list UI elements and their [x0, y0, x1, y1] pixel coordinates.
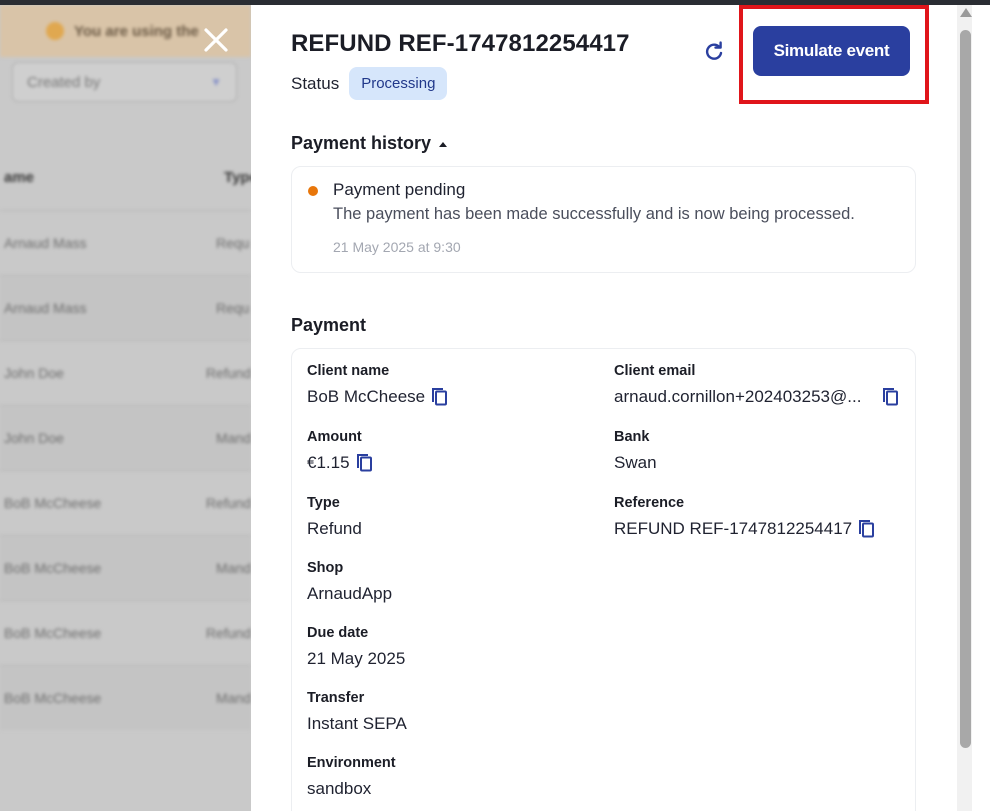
table-row[interactable]: John Doe Refund [0, 340, 251, 405]
bank-value: Swan [614, 453, 657, 472]
column-header-type: Type [224, 169, 251, 186]
reference-value: REFUND REF-1747812254417 [614, 519, 853, 538]
field-label: Bank [614, 429, 650, 445]
cell-name: Arnaud Mass [4, 300, 87, 316]
field-environment: Environment sandbox [307, 755, 396, 799]
scrollbar-thumb[interactable] [960, 30, 971, 748]
table-row[interactable]: John Doe Mand [0, 405, 251, 470]
field-shop: Shop ArnaudApp [307, 560, 392, 604]
copy-icon[interactable] [882, 387, 900, 407]
field-label: Reference [614, 495, 685, 511]
cell-type: Requ [216, 235, 250, 251]
due-date-value: 21 May 2025 [307, 649, 406, 668]
payments-table: ame Type Arnaud Mass Requ Arnaud Mass Requ… [0, 145, 251, 730]
table-row[interactable]: BoB McCheese Mand [0, 535, 251, 600]
shop-value: ArnaudApp [307, 584, 393, 603]
table-row[interactable]: Arnaud Mass Requ [0, 275, 251, 340]
payment-detail-drawer: REFUND REF-1747812254417 Status Processi… [251, 5, 957, 811]
field-label: Shop [307, 560, 344, 576]
status-dot-icon [308, 186, 318, 196]
payment-history-heading: Payment history [291, 133, 432, 153]
copy-icon[interactable] [431, 387, 449, 407]
client-name-value: BoB McCheese [307, 387, 426, 406]
close-icon [204, 28, 228, 52]
chevron-down-icon: ▼ [210, 75, 222, 89]
copy-icon[interactable] [858, 519, 876, 539]
cell-name: BoB McCheese [4, 560, 102, 576]
field-client-email: Client email arnaud.cornillon+202403253@… [614, 363, 900, 407]
field-transfer: Transfer Instant SEPA [307, 690, 407, 734]
table-row[interactable]: BoB McCheese Refund [0, 600, 251, 665]
table-header: ame Type [0, 145, 251, 210]
field-label: Transfer [307, 690, 365, 706]
field-due-date: Due date 21 May 2025 [307, 625, 405, 669]
history-entry-date: 21 May 2025 at 9:30 [333, 239, 461, 255]
field-label: Type [307, 495, 340, 511]
field-client-name: Client name BoB McCheese [307, 363, 449, 407]
scroll-up-arrow-icon[interactable] [960, 8, 972, 17]
cell-name: BoB McCheese [4, 495, 102, 511]
column-header-name: ame [4, 169, 35, 186]
background-app: You are using the Created by ▼ ame Type … [0, 5, 251, 811]
field-type: Type Refund [307, 495, 362, 539]
field-label: Client name [307, 363, 390, 379]
payment-history-toggle[interactable]: Payment history [291, 133, 448, 154]
cell-type: Mand [215, 690, 251, 706]
table-row[interactable]: BoB McCheese Refund [0, 470, 251, 535]
close-drawer-button[interactable] [201, 25, 231, 55]
cell-name: BoB McCheese [4, 690, 102, 706]
field-reference: Reference REFUND REF-1747812254417 [614, 495, 876, 539]
amount-value: €1.15 [307, 453, 350, 472]
field-label: Amount [307, 429, 362, 445]
field-label: Environment [307, 755, 396, 771]
payment-details-card: Client name BoB McCheese Amount €1.15 Ty… [291, 348, 916, 811]
cell-type: Requ [216, 300, 250, 316]
cell-name: John Doe [4, 430, 64, 446]
cell-name: BoB McCheese [4, 625, 102, 641]
filter-label: Created by [27, 73, 101, 91]
window-top-strip [0, 0, 990, 5]
status-badge: Processing [349, 67, 448, 100]
table-row[interactable]: Arnaud Mass Requ [0, 210, 251, 275]
field-label: Client email [614, 363, 696, 379]
environment-value: sandbox [307, 779, 372, 798]
caret-up-icon [439, 142, 448, 147]
history-entry: Payment pending The payment has been mad… [291, 166, 916, 273]
cell-type: Refund [205, 365, 251, 381]
client-email-value: arnaud.cornillon+202403253@... [614, 387, 862, 406]
banner-text: You are using the [74, 22, 199, 40]
cell-type: Mand [215, 560, 251, 576]
payment-heading: Payment [291, 315, 367, 335]
history-entry-title: Payment pending [333, 180, 466, 199]
field-amount: Amount €1.15 [307, 429, 374, 473]
copy-icon[interactable] [356, 453, 374, 473]
cell-type: Mand [215, 430, 251, 446]
status-label: Status [291, 73, 340, 93]
transfer-value: Instant SEPA [307, 714, 407, 733]
history-entry-description: The payment has been made successfully a… [333, 205, 855, 223]
refresh-button[interactable] [703, 41, 725, 63]
cell-type: Refund [205, 495, 251, 511]
field-bank: Bank Swan [614, 429, 657, 473]
cell-type: Refund [205, 625, 251, 641]
page-title: REFUND REF-1747812254417 [291, 30, 630, 57]
simulate-event-button[interactable]: Simulate event [753, 26, 910, 76]
status-row: Status Processing [291, 67, 448, 100]
field-label: Due date [307, 625, 369, 641]
cell-name: John Doe [4, 365, 64, 381]
type-value: Refund [307, 519, 362, 538]
table-row[interactable]: BoB McCheese Mand [0, 665, 251, 730]
warning-icon [46, 22, 64, 40]
cell-name: Arnaud Mass [4, 235, 87, 251]
scrollbar-edge [972, 5, 990, 811]
refresh-icon [705, 41, 723, 60]
created-by-filter[interactable]: Created by ▼ [12, 62, 237, 102]
